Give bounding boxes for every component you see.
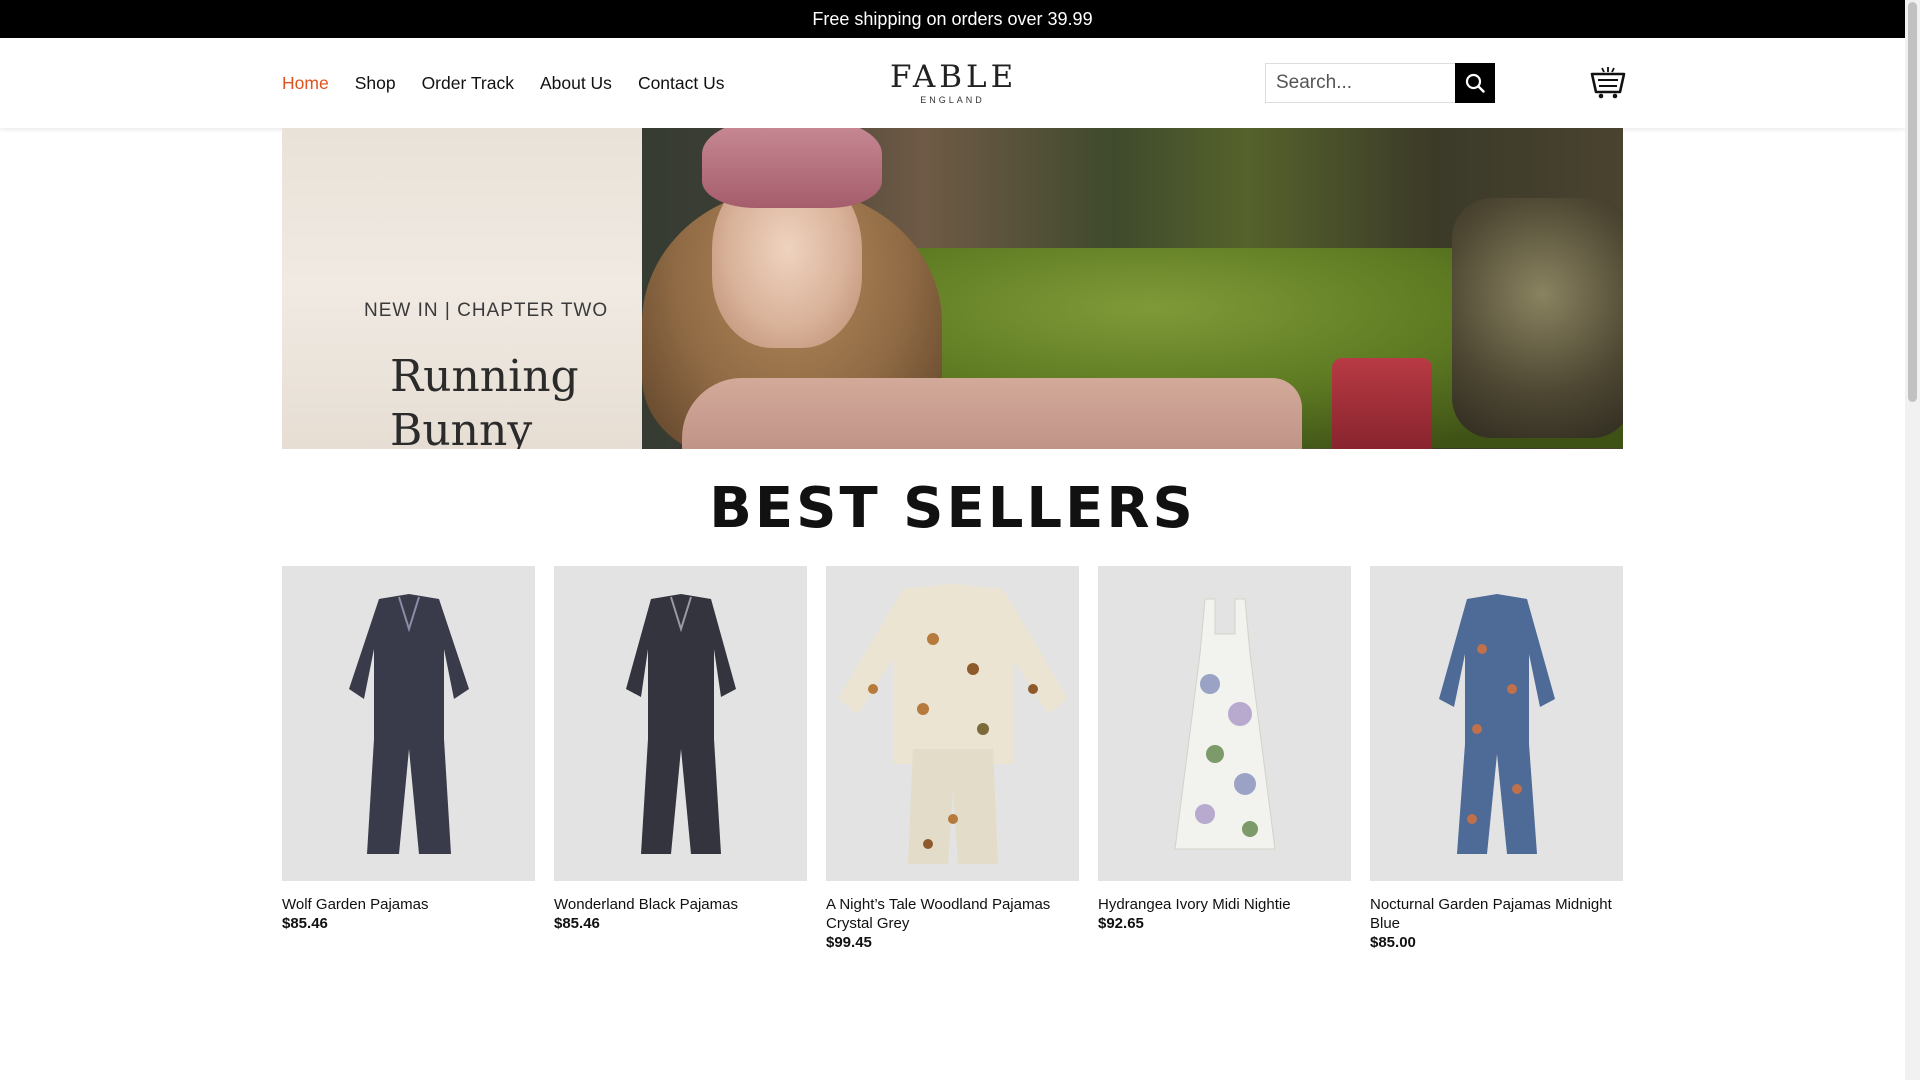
product-price: $85.46 bbox=[554, 915, 600, 932]
hero-headline: Running Bunny bbox=[390, 351, 579, 449]
hero-kicker: NEW IN | CHAPTER TWO bbox=[364, 300, 609, 321]
hero-cushion-image bbox=[1452, 198, 1623, 438]
announcement-text: Free shipping on orders over 39.99 bbox=[812, 8, 1093, 29]
nav-about-us[interactable]: About Us bbox=[540, 73, 612, 94]
search-button[interactable] bbox=[1455, 63, 1495, 103]
hero-handbag-image bbox=[1332, 358, 1432, 449]
search-input[interactable] bbox=[1265, 63, 1455, 103]
pajama-icon bbox=[837, 583, 1068, 864]
product-card[interactable]: A Night’s Tale Woodland Pajamas Crystal … bbox=[826, 566, 1079, 952]
logo-subtitle: ENGLAND bbox=[920, 95, 985, 105]
pajama-icon bbox=[348, 593, 469, 854]
main-nav: Home Shop Order Track About Us Contact U… bbox=[282, 38, 725, 128]
pajama-icon bbox=[1438, 593, 1555, 854]
product-name[interactable]: Hydrangea Ivory Midi Nightie bbox=[1098, 895, 1351, 914]
product-image[interactable] bbox=[1098, 566, 1351, 881]
product-name[interactable]: A Night’s Tale Woodland Pajamas Crystal … bbox=[826, 895, 1079, 933]
product-image[interactable] bbox=[826, 566, 1079, 881]
product-name[interactable]: Nocturnal Garden Pajamas Midnight Blue bbox=[1370, 895, 1623, 933]
product-image[interactable] bbox=[1370, 566, 1623, 881]
pajama-icon bbox=[625, 593, 736, 854]
hero-model-scarf bbox=[702, 128, 882, 208]
search-form bbox=[1265, 63, 1495, 103]
best-sellers-heading: BEST SELLERS bbox=[709, 476, 1196, 541]
announcement-bar: Free shipping on orders over 39.99 bbox=[0, 0, 1905, 38]
product-name[interactable]: Wolf Garden Pajamas bbox=[282, 895, 535, 914]
site-header: Home Shop Order Track About Us Contact U… bbox=[0, 38, 1905, 128]
nightie-icon bbox=[1173, 598, 1276, 849]
product-price: $92.65 bbox=[1098, 915, 1144, 932]
product-image[interactable] bbox=[282, 566, 535, 881]
product-price: $99.45 bbox=[826, 934, 872, 951]
page-scrollbar[interactable] bbox=[1905, 0, 1920, 1080]
nav-home[interactable]: Home bbox=[282, 73, 329, 94]
product-price: $85.00 bbox=[1370, 934, 1416, 951]
product-card[interactable]: Wonderland Black Pajamas $85.46 bbox=[554, 566, 807, 933]
cart-icon bbox=[1590, 67, 1626, 99]
product-name[interactable]: Wonderland Black Pajamas bbox=[554, 895, 807, 914]
product-card[interactable]: Hydrangea Ivory Midi Nightie $92.65 bbox=[1098, 566, 1351, 933]
product-card[interactable]: Nocturnal Garden Pajamas Midnight Blue $… bbox=[1370, 566, 1623, 952]
product-price: $85.46 bbox=[282, 915, 328, 932]
logo-wordmark: FABLE bbox=[890, 59, 1018, 95]
nav-shop[interactable]: Shop bbox=[355, 73, 396, 94]
nav-contact-us[interactable]: Contact Us bbox=[638, 73, 725, 94]
cart-button[interactable] bbox=[1590, 64, 1626, 100]
search-icon bbox=[1465, 73, 1485, 93]
product-card[interactable]: Wolf Garden Pajamas $85.46 bbox=[282, 566, 535, 933]
hero-banner[interactable]: NEW IN | CHAPTER TWO Running Bunny bbox=[282, 128, 1623, 449]
product-image[interactable] bbox=[554, 566, 807, 881]
hero-model-body bbox=[682, 378, 1302, 449]
nav-order-track[interactable]: Order Track bbox=[422, 73, 514, 94]
site-logo[interactable]: FABLE ENGLAND bbox=[890, 60, 1015, 106]
scrollbar-thumb[interactable] bbox=[1908, 2, 1917, 402]
